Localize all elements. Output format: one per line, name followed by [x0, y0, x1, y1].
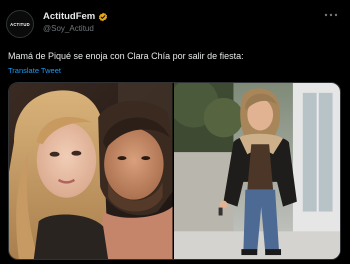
author-name[interactable]: ActitudFem — [43, 11, 95, 22]
avatar-text: ACTITUD — [10, 21, 30, 27]
author-handle[interactable]: @Soy_Actitud — [43, 24, 94, 33]
translate-tweet-link[interactable]: Translate Tweet — [8, 66, 61, 75]
photo-couple[interactable] — [9, 83, 173, 259]
verified-badge-icon — [99, 12, 108, 21]
photo-woman-walking[interactable] — [173, 83, 340, 259]
author-avatar[interactable]: ACTITUD — [6, 10, 34, 38]
author-name-row: ActitudFem — [43, 11, 108, 22]
tweet-media[interactable] — [8, 82, 341, 260]
more-options-icon[interactable] — [324, 10, 338, 20]
tweet-text: Mamá de Piqué se enoja con Clara Chía po… — [8, 51, 244, 61]
